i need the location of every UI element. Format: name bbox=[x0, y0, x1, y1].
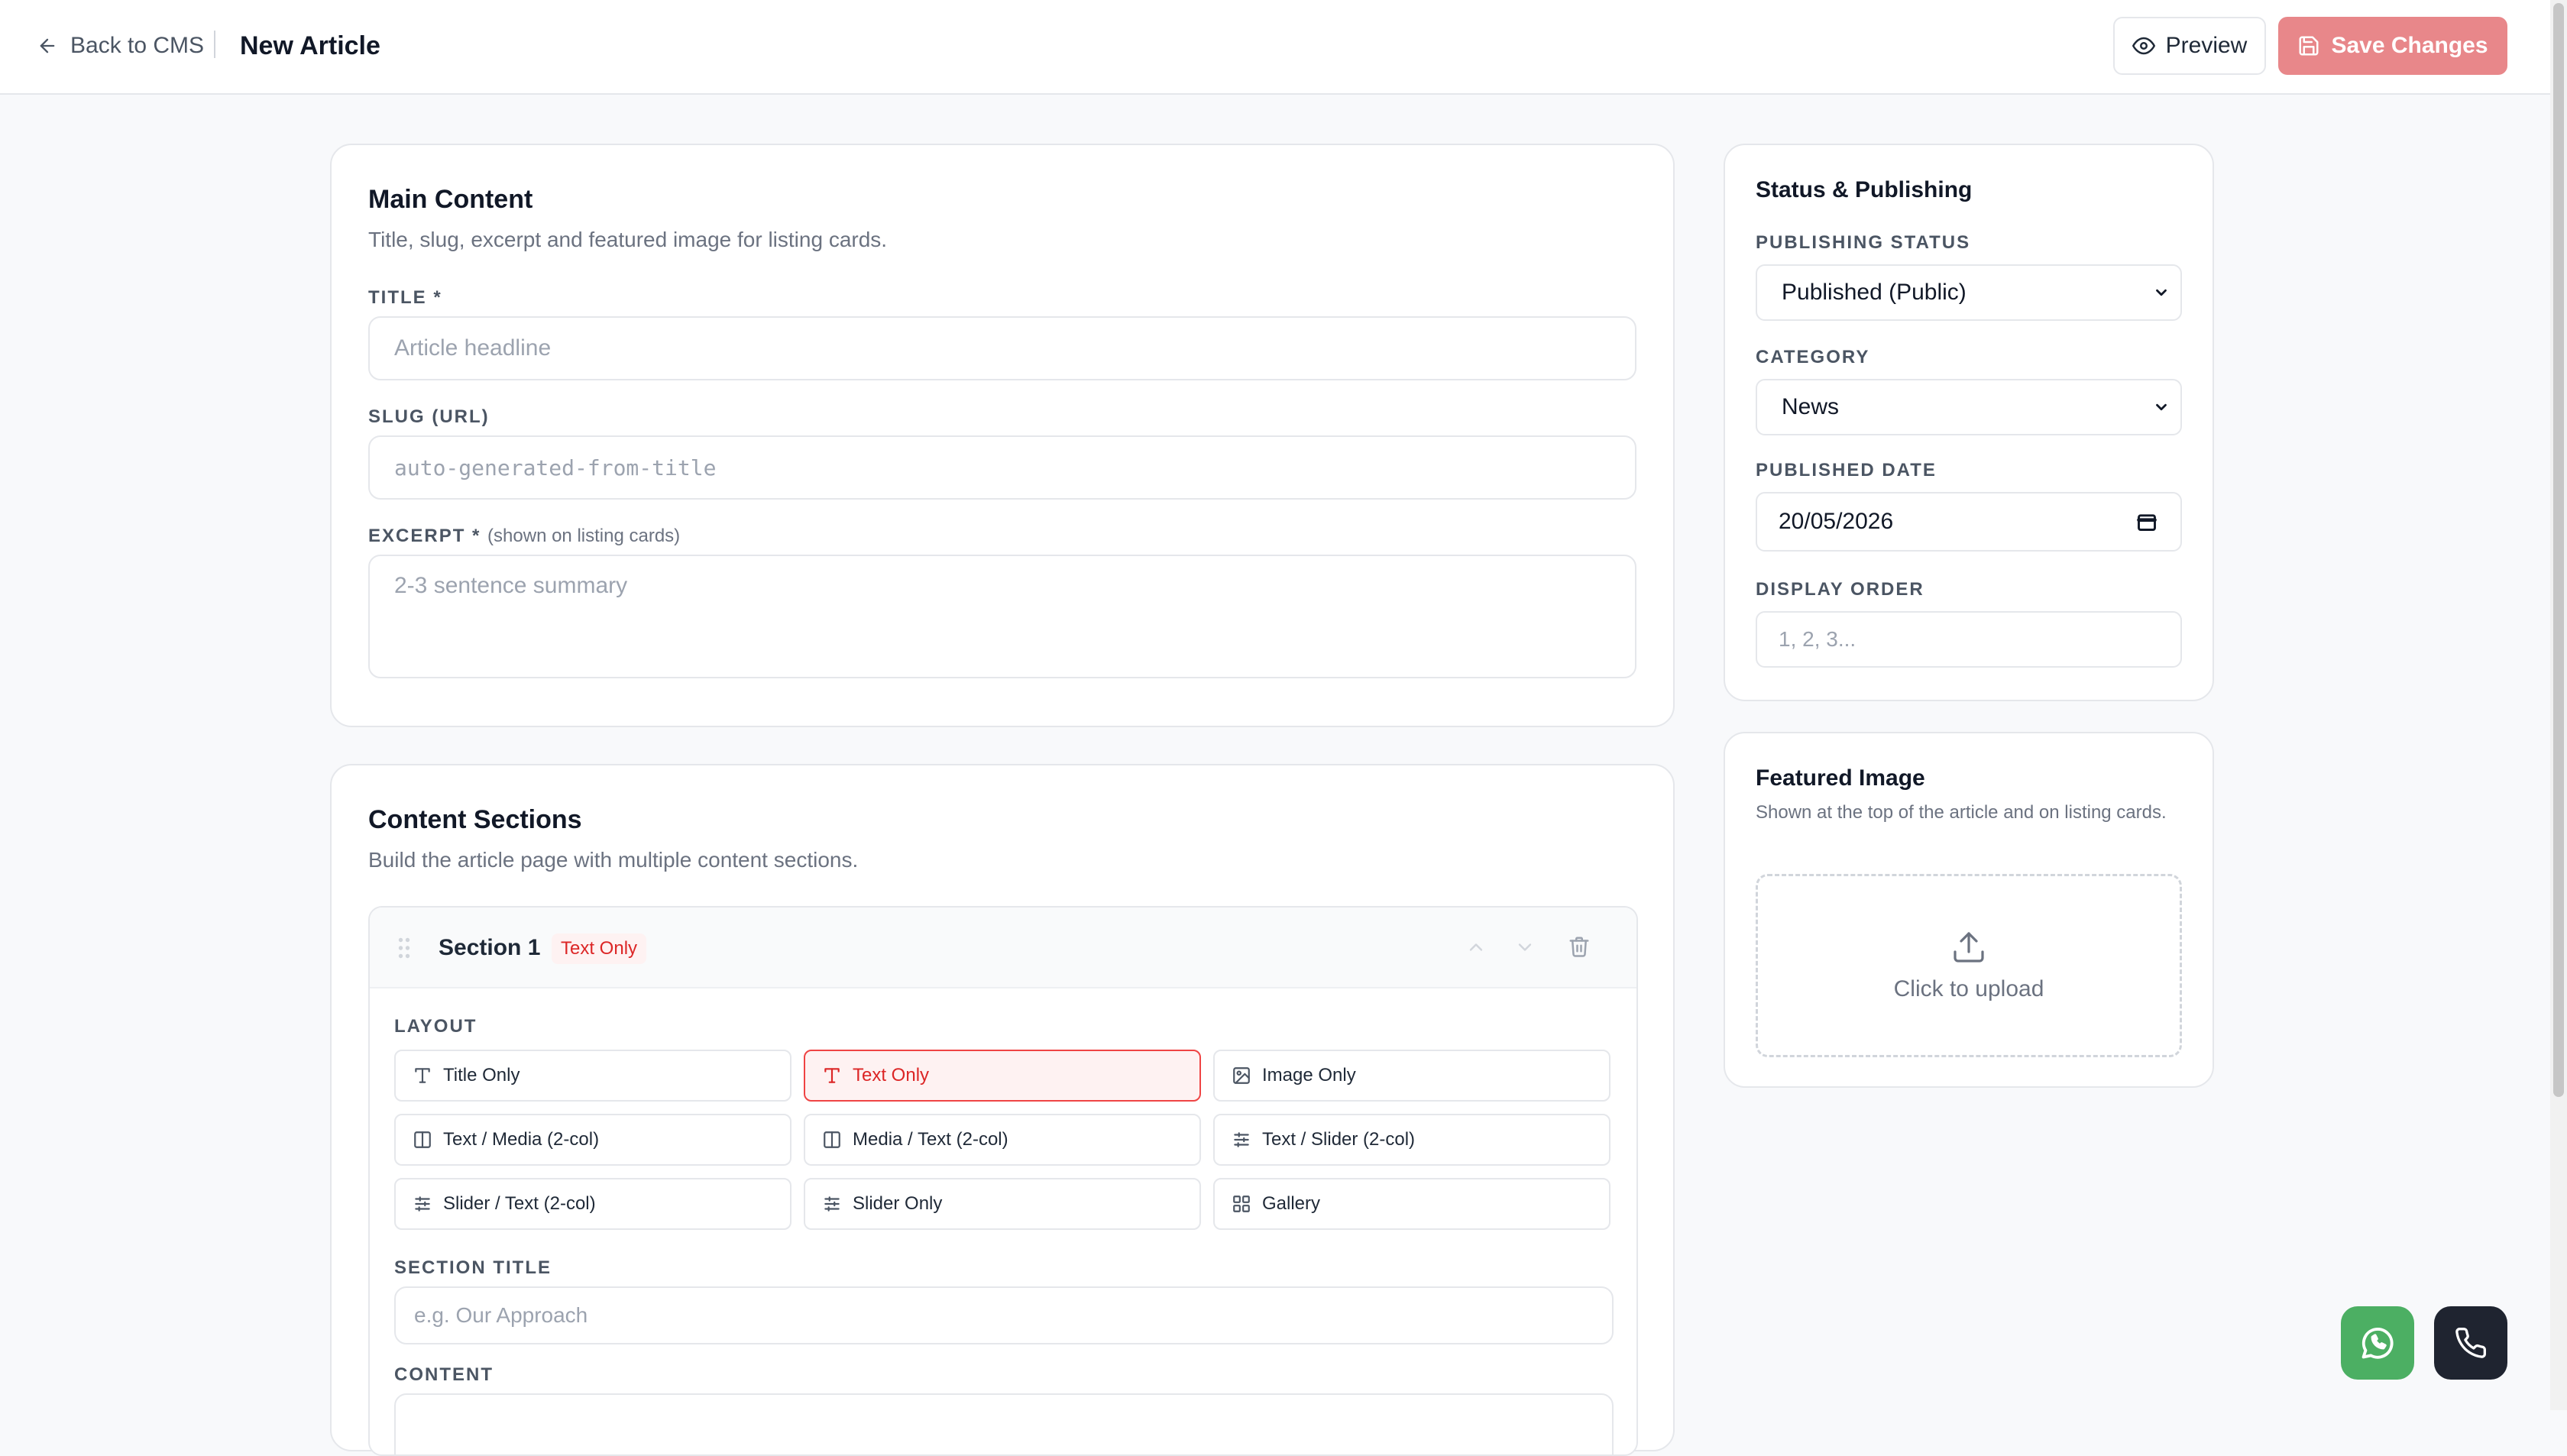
whatsapp-button[interactable] bbox=[2341, 1306, 2414, 1380]
main-content-title: Main Content bbox=[368, 185, 533, 214]
layout-option-text-media[interactable]: Text / Media (2-col) bbox=[394, 1114, 791, 1166]
type-icon bbox=[822, 1066, 842, 1086]
columns-icon bbox=[822, 1130, 842, 1150]
trash-icon[interactable] bbox=[1568, 935, 1591, 958]
layout-option-label: Title Only bbox=[443, 1065, 520, 1086]
layout-option-label: Gallery bbox=[1262, 1193, 1321, 1214]
layout-option-label: Media / Text (2-col) bbox=[853, 1129, 1008, 1150]
chevron-up-icon[interactable] bbox=[1465, 937, 1487, 958]
eye-icon bbox=[2132, 34, 2155, 57]
content-sections-subtitle: Build the article page with multiple con… bbox=[368, 848, 859, 872]
featured-image-title: Featured Image bbox=[1756, 765, 1925, 791]
slug-input[interactable]: auto-generated-from-title bbox=[368, 435, 1636, 500]
upload-icon bbox=[1950, 929, 1987, 966]
save-icon bbox=[2297, 34, 2320, 57]
section-layout-badge: Text Only bbox=[552, 933, 647, 964]
section-name: Section 1 bbox=[439, 935, 541, 960]
layout-option-slider-text[interactable]: Slider / Text (2-col) bbox=[394, 1178, 791, 1230]
save-changes-button[interactable]: Save Changes bbox=[2278, 17, 2507, 75]
category-select[interactable]: News bbox=[1756, 379, 2182, 435]
display-order-label: DISPLAY ORDER bbox=[1756, 579, 1924, 600]
layout-option-label: Text / Media (2-col) bbox=[443, 1129, 600, 1150]
category-label: CATEGORY bbox=[1756, 347, 1870, 367]
upload-label: Click to upload bbox=[1893, 976, 2044, 1001]
content-label: CONTENT bbox=[394, 1364, 494, 1385]
type-icon bbox=[413, 1066, 432, 1086]
preview-label: Preview bbox=[2165, 33, 2248, 58]
calendar-icon[interactable] bbox=[2136, 511, 2158, 532]
chevron-down-icon[interactable] bbox=[1514, 937, 1536, 958]
layout-option-slider-only[interactable]: Slider Only bbox=[804, 1178, 1201, 1230]
page-title: New Article bbox=[240, 31, 380, 60]
preview-button[interactable]: Preview bbox=[2113, 17, 2266, 75]
excerpt-label-note: (shown on listing cards) bbox=[487, 526, 681, 546]
layout-option-text-slider[interactable]: Text / Slider (2-col) bbox=[1213, 1114, 1610, 1166]
header-divider bbox=[214, 31, 215, 58]
chevron-down-icon bbox=[2153, 399, 2170, 416]
sliders-icon bbox=[413, 1194, 432, 1214]
content-sections-title: Content Sections bbox=[368, 805, 582, 834]
published-date-label: PUBLISHED DATE bbox=[1756, 460, 1937, 480]
section-title-input[interactable]: e.g. Our Approach bbox=[394, 1286, 1614, 1344]
featured-image-description: Shown at the top of the article and on l… bbox=[1756, 802, 2167, 823]
scrollbar-thumb[interactable] bbox=[2553, 3, 2564, 1097]
status-publishing-title: Status & Publishing bbox=[1756, 177, 1973, 202]
call-button[interactable] bbox=[2434, 1306, 2507, 1380]
chevron-down-icon bbox=[2153, 284, 2170, 301]
publishing-status-label: PUBLISHING STATUS bbox=[1756, 232, 1971, 253]
layout-option-label: Text / Slider (2-col) bbox=[1262, 1129, 1416, 1150]
columns-icon bbox=[413, 1130, 432, 1150]
phone-icon bbox=[2454, 1326, 2488, 1360]
excerpt-textarea[interactable]: 2-3 sentence summary bbox=[368, 555, 1636, 678]
publishing-status-select[interactable]: Published (Public) bbox=[1756, 264, 2182, 321]
sliders-icon bbox=[1232, 1130, 1251, 1150]
layout-option-text-only[interactable]: Text Only bbox=[804, 1050, 1201, 1102]
back-link-label: Back to CMS bbox=[70, 33, 205, 58]
sliders-icon bbox=[822, 1194, 842, 1214]
content-editor[interactable] bbox=[394, 1393, 1614, 1454]
layout-option-label: Slider / Text (2-col) bbox=[443, 1193, 596, 1214]
layout-label: LAYOUT bbox=[394, 1016, 477, 1037]
layout-option-title-only[interactable]: Title Only bbox=[394, 1050, 791, 1102]
category-value: News bbox=[1782, 394, 1840, 419]
excerpt-field-label: EXCERPT * (shown on listing cards) bbox=[368, 526, 680, 547]
published-date-value: 20/05/2026 bbox=[1779, 509, 1894, 534]
back-to-cms-link[interactable]: Back to CMS bbox=[37, 31, 204, 61]
save-label: Save Changes bbox=[2331, 33, 2488, 58]
top-bar: Back to CMS New Article Preview Save Cha… bbox=[0, 0, 2550, 95]
section-header: Section 1 Text Only bbox=[370, 908, 1636, 988]
title-field-label: TITLE * bbox=[368, 287, 442, 308]
published-date-input[interactable]: 20/05/2026 bbox=[1756, 492, 2182, 552]
layout-option-label: Image Only bbox=[1262, 1065, 1356, 1086]
layout-option-media-text[interactable]: Media / Text (2-col) bbox=[804, 1114, 1201, 1166]
main-content-subtitle: Title, slug, excerpt and featured image … bbox=[368, 228, 888, 251]
slug-field-label: SLUG (URL) bbox=[368, 406, 490, 427]
section-title-label: SECTION TITLE bbox=[394, 1257, 552, 1278]
arrow-left-icon bbox=[37, 35, 58, 57]
grid-icon bbox=[1232, 1194, 1251, 1214]
title-input[interactable]: Article headline bbox=[368, 316, 1636, 380]
layout-option-gallery[interactable]: Gallery bbox=[1213, 1178, 1610, 1230]
section-block: Section 1 Text Only LAYOUT Title Only Te… bbox=[368, 906, 1638, 1456]
drag-handle-icon[interactable] bbox=[397, 937, 411, 959]
layout-option-image-only[interactable]: Image Only bbox=[1213, 1050, 1610, 1102]
layout-option-label: Slider Only bbox=[853, 1193, 943, 1214]
image-icon bbox=[1232, 1066, 1251, 1086]
layout-option-label: Text Only bbox=[853, 1065, 930, 1086]
display-order-input[interactable]: 1, 2, 3... bbox=[1756, 611, 2182, 668]
page-scrollbar[interactable] bbox=[2550, 0, 2567, 1410]
featured-image-upload-zone[interactable]: Click to upload bbox=[1756, 874, 2182, 1057]
publishing-status-value: Published (Public) bbox=[1782, 280, 1967, 305]
excerpt-label-text: EXCERPT * bbox=[368, 526, 481, 546]
whatsapp-icon bbox=[2358, 1323, 2397, 1363]
